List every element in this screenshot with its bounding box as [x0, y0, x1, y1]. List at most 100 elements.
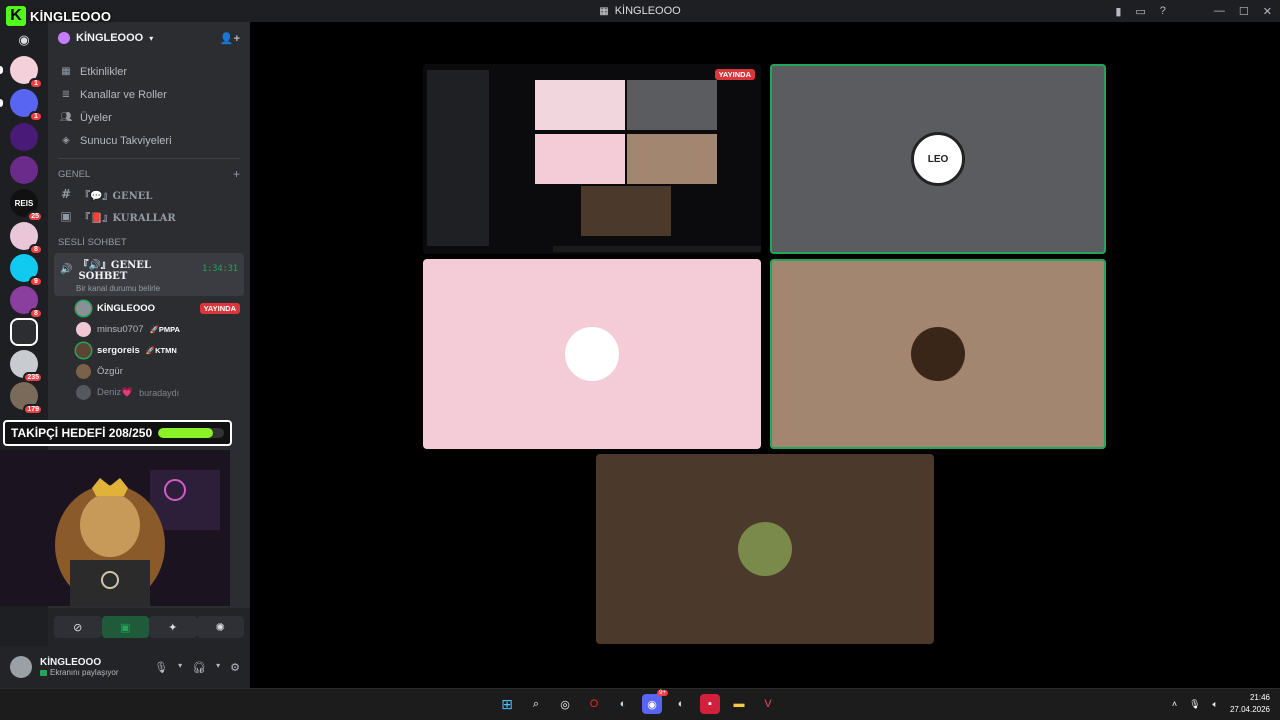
settings-gear-icon[interactable]: ⚙ [230, 661, 240, 674]
overlay-brand: KİNGLEOOO [30, 8, 112, 24]
voice-controls: ⊘ ▣ ✦ ✺ [48, 608, 250, 646]
unread-badge: 1 [29, 78, 43, 89]
screen-share-tile[interactable]: YAYINDA [423, 64, 761, 254]
file-explorer-icon[interactable]: ▬ [729, 694, 749, 714]
text-channel[interactable]: ▣ 『📕』KURALLAR [48, 205, 250, 227]
participant-tile[interactable] [770, 259, 1106, 449]
participant-avatar [738, 522, 792, 576]
server-avatar-icon [58, 32, 70, 44]
server-header[interactable]: KİNGLEOOO ▾ 👤+ [48, 22, 250, 54]
unread-badge: 179 [23, 404, 43, 415]
user-avatar[interactable] [10, 656, 32, 678]
server-icon-5[interactable]: REIS 25 [10, 189, 43, 222]
voice-user[interactable]: Özgür [48, 361, 250, 382]
unread-badge: 9 [29, 276, 43, 287]
server-name: KİNGLEOOO [76, 32, 144, 44]
help-icon[interactable]: ? [1160, 5, 1166, 17]
participant-tile[interactable] [596, 454, 934, 644]
soundboard-button[interactable]: ✺ [196, 616, 244, 638]
add-member-icon[interactable]: 👤+ [220, 32, 240, 45]
server-menu-item[interactable]: 👥︎ Üyeler [48, 106, 250, 129]
steam-icon-2[interactable]: ◐ [671, 694, 691, 714]
chrome-icon[interactable]: ◎ [555, 694, 575, 714]
voice-timer: 1:34:31 [202, 264, 238, 274]
participant-avatar [565, 327, 619, 381]
headphones-icon[interactable]: 🎧︎ [192, 661, 206, 674]
voice-user-avatar [76, 385, 91, 400]
soundboard-icon: ✺ [215, 621, 225, 634]
server-menu-item[interactable]: ◈ Sunucu Takviyeleri [48, 129, 250, 152]
search-icon[interactable]: ⌕ [526, 694, 546, 714]
volume-icon[interactable]: 🔈︎ [1213, 699, 1218, 710]
minimize-button[interactable]: — [1214, 5, 1225, 17]
voice-user-avatar [76, 322, 91, 337]
chevron-down-icon: ▾ [149, 33, 154, 43]
channels-roles-icon: ≣ [61, 89, 71, 100]
bookmark-icon[interactable]: ▮ [1115, 5, 1121, 18]
voice-channel-genel-sohbet[interactable]: 🔊 『🔊』GENEL SOHBET 1:34:31 Bir kanal duru… [54, 253, 244, 296]
screen-share-button[interactable]: ▣ [101, 616, 149, 638]
clock-time: 21:46 [1249, 693, 1270, 702]
discord-home-icon[interactable]: ◉ [10, 26, 38, 54]
server-icon-10[interactable]: 235 [10, 350, 43, 383]
server-icon-1[interactable]: 1 [0, 56, 43, 89]
user-status-text: Ekranını paylaşıyor [50, 668, 119, 677]
microphone-icon[interactable]: 🎙︎ [154, 661, 168, 674]
chevron-down-icon[interactable]: ▾ [216, 661, 220, 674]
server-icon-11[interactable]: 179 [10, 382, 43, 415]
server-menu-item[interactable]: ≣ Kanallar ve Roller [48, 83, 250, 106]
category-sesli-sohbet[interactable]: SESLİ SOHBET [48, 233, 250, 251]
server-icon-9[interactable] [10, 318, 38, 346]
participant-tile[interactable]: LEO [770, 64, 1106, 254]
camera-off-button[interactable]: ⊘ [54, 616, 102, 638]
add-channel-icon[interactable]: + [233, 167, 240, 181]
text-channel[interactable]: # 『💬』GENEL [48, 183, 250, 205]
clock[interactable]: 21:46 27.04.2026 [1230, 692, 1270, 716]
server-icon-6[interactable]: 8 [10, 222, 43, 255]
valorant-icon[interactable]: V [758, 694, 778, 714]
unread-badge: 25 [27, 211, 43, 222]
voice-user-avatar [76, 301, 91, 316]
opera-icon[interactable]: O [584, 694, 604, 714]
server-icon-8[interactable]: 8 [10, 286, 43, 319]
activities-icon: ✦ [168, 621, 178, 634]
server-icon-2[interactable]: 1 [0, 89, 43, 122]
screen-share-preview [423, 64, 761, 254]
voice-status-prompt[interactable]: Bir kanal durumu belirle [60, 284, 238, 293]
inbox-icon[interactable]: ▭ [1135, 5, 1145, 18]
follow-goal-text: TAKİPÇİ HEDEFİ 208/250 [11, 426, 153, 440]
server-menu-label: Etkinlikler [80, 65, 128, 78]
media-app-icon[interactable]: ▪ [700, 694, 720, 714]
server-icon: ▦ [599, 5, 609, 17]
unread-pill [0, 66, 3, 74]
voice-user[interactable]: minsu0707 🚀PMPA [48, 319, 250, 340]
steam-icon[interactable]: ◐ [613, 694, 633, 714]
speaker-icon: 🔊 [60, 263, 73, 275]
divider [58, 158, 240, 159]
activities-button[interactable]: ✦ [149, 616, 197, 638]
voice-stage: YAYINDA LEO [250, 22, 1280, 688]
server-menu-item[interactable]: ▦ Etkinlikler [48, 60, 250, 83]
participant-tile[interactable] [423, 259, 761, 449]
text-channel-name: 『📕』KURALLAR [80, 212, 176, 224]
voice-user-name: minsu0707 [97, 324, 144, 335]
voice-user-avatar [76, 343, 91, 358]
chevron-down-icon[interactable]: ▾ [178, 661, 182, 674]
voice-user[interactable]: Deniz💗 buradaydı [48, 382, 250, 403]
server-icon-3[interactable] [10, 123, 38, 151]
server-icon-7[interactable]: 9 [10, 254, 43, 287]
category-label: SESLİ SOHBET [58, 236, 127, 248]
maximize-button[interactable]: ☐ [1239, 5, 1249, 18]
kick-overlay-logo: K KİNGLEOOO [6, 6, 111, 26]
start-icon[interactable]: ⊞ [497, 694, 517, 714]
chevron-up-icon[interactable]: ˄ [1172, 699, 1177, 709]
voice-user[interactable]: KİNGLEOOO YAYINDA [48, 298, 250, 319]
close-button[interactable]: ✕ [1263, 5, 1272, 18]
voice-user[interactable]: sergoreis 🚀KTMN [48, 340, 250, 361]
discord-badge: 9+ [657, 690, 668, 696]
microphone-tray-icon[interactable]: 🎙︎ [1189, 699, 1200, 710]
voice-user-name: Özgür [97, 366, 123, 377]
discord-icon[interactable]: ◉ 9+ [642, 690, 668, 714]
category-genel[interactable]: GENEL + [48, 165, 250, 183]
server-icon-4[interactable] [10, 156, 38, 184]
